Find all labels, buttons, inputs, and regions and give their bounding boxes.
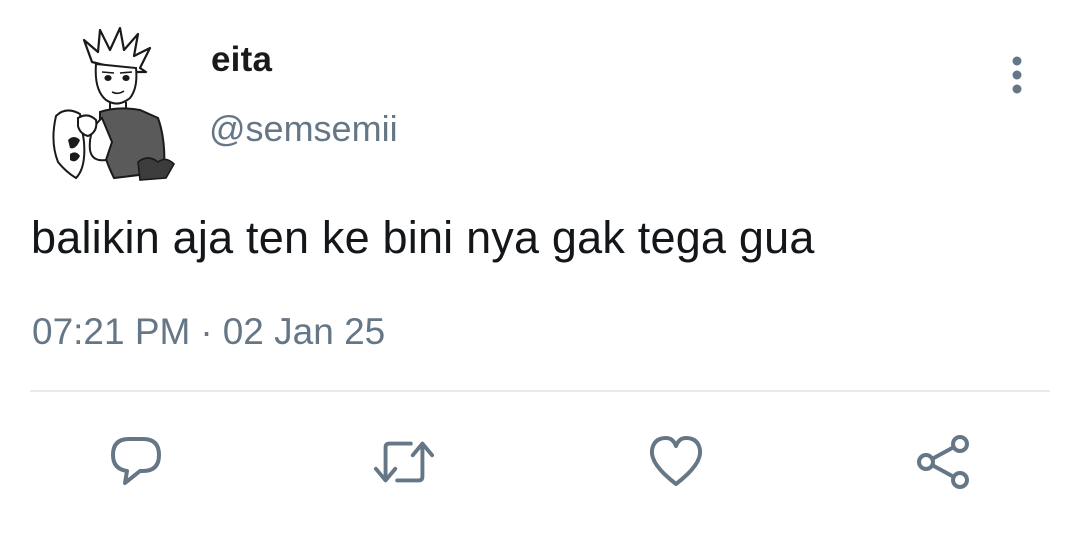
like-button[interactable] — [644, 430, 708, 494]
tweet-date: 02 Jan 25 — [222, 311, 386, 352]
tweet-card: eita @semsemii balikin aja ten ke bini n… — [0, 0, 1080, 555]
tweet-text: balikin aja ten ke bini nya gak tega gua — [31, 212, 815, 263]
more-vertical-icon — [1012, 56, 1022, 94]
timestamp-separator: · — [200, 311, 213, 352]
more-options-button[interactable] — [998, 52, 1036, 98]
divider — [30, 390, 1050, 392]
heart-icon — [649, 436, 703, 486]
retweet-button[interactable] — [372, 430, 436, 494]
user-handle[interactable]: @semsemii — [209, 108, 398, 150]
reply-button[interactable] — [104, 430, 168, 494]
reply-bubble-icon — [111, 437, 161, 485]
tweet-time: 07:21 PM — [32, 311, 191, 352]
share-icon — [917, 435, 969, 489]
share-button[interactable] — [912, 430, 976, 494]
avatar[interactable] — [40, 22, 190, 184]
retweet-icon — [373, 441, 435, 483]
tweet-timestamp: 07:21 PM · 02 Jan 25 — [32, 311, 385, 353]
anime-character-avatar-image — [52, 26, 175, 181]
display-name[interactable]: eita — [211, 40, 272, 80]
action-bar — [0, 430, 1080, 494]
